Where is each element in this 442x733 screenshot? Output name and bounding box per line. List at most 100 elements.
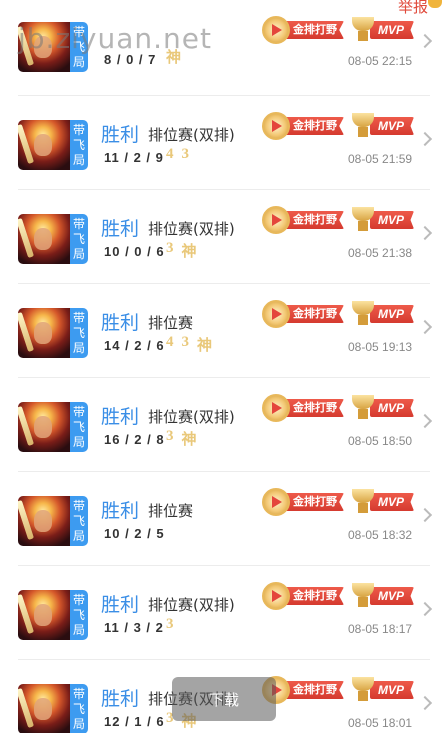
kda-score: 10 / 2 / 5 (104, 526, 165, 541)
mvp-medal: MVP (350, 17, 415, 43)
match-result: 胜利 (101, 218, 140, 240)
chevron-right-icon (417, 601, 433, 617)
medal-label: 金排打野 (284, 305, 344, 323)
gold-jungle-medal: 金排打野 (262, 488, 344, 516)
carry-tag-char: 飞 (72, 231, 85, 246)
carry-tag-char: 带 (72, 122, 85, 137)
medal-icon (262, 206, 290, 234)
achievement-badge: 神 (181, 244, 197, 260)
achievement-badges: 神 (166, 46, 181, 67)
mvp-label: MVP (370, 399, 415, 417)
trophy-icon (350, 677, 376, 703)
hero-avatar: 带飞局 (18, 214, 88, 264)
carry-tag-char: 飞 (72, 701, 85, 716)
hero-portrait (18, 684, 70, 733)
mvp-medal: MVP (350, 301, 415, 327)
achievement-badge: 3 (181, 334, 190, 350)
kda-score: 14 / 2 / 6 (104, 338, 165, 353)
trophy-icon (350, 17, 376, 43)
match-result: 胜利 (101, 688, 140, 710)
medal-label: 金排打野 (284, 117, 344, 135)
match-row[interactable]: 带飞局 胜利 排位赛(双排) 16 / 2 / 8 3神 金排打野 MVP 08… (18, 378, 433, 472)
trophy-icon (350, 301, 376, 327)
mvp-medal: MVP (350, 395, 415, 421)
match-row[interactable]: 带飞局 胜利 排位赛(双排) 10 / 0 / 6 3神 金排打野 MVP 08… (18, 190, 433, 284)
achievement-badges: 3神 (166, 428, 197, 449)
carry-tag-char: 带 (72, 592, 85, 607)
medal-icon (262, 112, 290, 140)
medal-label: 金排打野 (284, 211, 344, 229)
mvp-label: MVP (370, 587, 415, 605)
hero-portrait (18, 22, 70, 72)
carry-tag-char: 带 (72, 310, 85, 325)
match-row[interactable]: 带飞局 胜利 排位赛(双排) 11 / 2 / 9 43 金排打野 MVP 08… (18, 96, 433, 190)
mvp-medal: MVP (350, 489, 415, 515)
match-mode: 排位赛 (148, 314, 194, 332)
carry-tag: 带飞局 (70, 214, 88, 264)
trophy-icon (350, 395, 376, 421)
gold-jungle-medal: 金排打野 (262, 112, 344, 140)
download-toast[interactable]: 下载 (172, 677, 276, 721)
hero-portrait (18, 120, 70, 170)
kda-score: 8 / 0 / 7 (104, 52, 157, 67)
match-history-list: 带飞局 8 / 0 / 7 神 金排打野 MVP 08-05 22:15 带飞局… (0, 0, 442, 733)
match-result: 胜利 (101, 594, 140, 616)
medal-label: 金排打野 (284, 21, 344, 39)
trophy-icon (350, 113, 376, 139)
chevron-right-icon (417, 131, 433, 147)
carry-tag-char: 带 (72, 404, 85, 419)
hero-portrait (18, 214, 70, 264)
chevron-right-icon (417, 225, 433, 241)
achievement-badges: 43神 (166, 334, 212, 355)
gold-jungle-medal: 金排打野 (262, 394, 344, 422)
match-row[interactable]: 带飞局 胜利 排位赛(双排) 11 / 3 / 2 3 金排打野 MVP 08-… (18, 566, 433, 660)
mvp-label: MVP (370, 305, 415, 323)
match-time: 08-05 18:01 (348, 716, 413, 730)
hero-avatar: 带飞局 (18, 308, 88, 358)
gold-jungle-medal: 金排打野 (262, 16, 344, 44)
match-result: 胜利 (101, 312, 140, 334)
kda-score: 11 / 3 / 2 (104, 620, 164, 635)
carry-tag-char: 带 (72, 498, 85, 513)
chevron-right-icon (417, 413, 433, 429)
match-row[interactable]: 带飞局 胜利 排位赛 14 / 2 / 6 43神 金排打野 MVP 08-05… (18, 284, 433, 378)
achievement-badge: 3 (166, 428, 174, 444)
carry-tag: 带飞局 (70, 402, 88, 452)
medal-icon (262, 488, 290, 516)
mvp-medal: MVP (350, 207, 415, 232)
hero-portrait (18, 308, 70, 358)
match-result: 胜利 (101, 406, 140, 428)
achievement-badge: 3 (166, 616, 174, 632)
hero-avatar: 带飞局 (18, 22, 88, 72)
achievement-badges: 3神 (166, 240, 197, 261)
mvp-medal: MVP (350, 583, 415, 609)
match-row[interactable]: 带飞局 胜利 排位赛 10 / 2 / 5 金排打野 MVP 08-05 18:… (18, 472, 433, 566)
mvp-label: MVP (370, 493, 415, 511)
hero-avatar: 带飞局 (18, 120, 88, 170)
medal-icon (262, 582, 290, 610)
carry-tag-char: 飞 (72, 39, 85, 54)
hero-portrait (18, 402, 70, 452)
carry-tag: 带飞局 (70, 496, 88, 546)
mvp-label: MVP (370, 21, 415, 39)
trophy-icon (350, 583, 376, 609)
gold-jungle-medal: 金排打野 (262, 582, 344, 610)
match-row[interactable]: 带飞局 8 / 0 / 7 神 金排打野 MVP 08-05 22:15 (18, 0, 433, 96)
carry-tag-char: 局 (72, 246, 85, 261)
carry-tag-char: 局 (72, 716, 85, 731)
mvp-label: MVP (370, 117, 415, 135)
achievement-badge: 3 (181, 146, 190, 162)
mvp-label: MVP (370, 211, 415, 229)
match-time: 08-05 19:13 (348, 340, 413, 354)
carry-tag-char: 局 (72, 54, 85, 69)
match-mode: 排位赛(双排) (148, 408, 235, 426)
trophy-icon (350, 489, 376, 515)
carry-tag-char: 局 (72, 528, 85, 543)
carry-tag: 带飞局 (70, 684, 88, 733)
medal-label: 金排打野 (284, 399, 344, 417)
hero-avatar: 带飞局 (18, 590, 88, 640)
match-mode: 排位赛(双排) (148, 126, 235, 144)
report-link[interactable]: 举报 (398, 0, 428, 17)
kda-score: 10 / 0 / 6 (104, 244, 165, 259)
match-result: 胜利 (101, 124, 140, 146)
